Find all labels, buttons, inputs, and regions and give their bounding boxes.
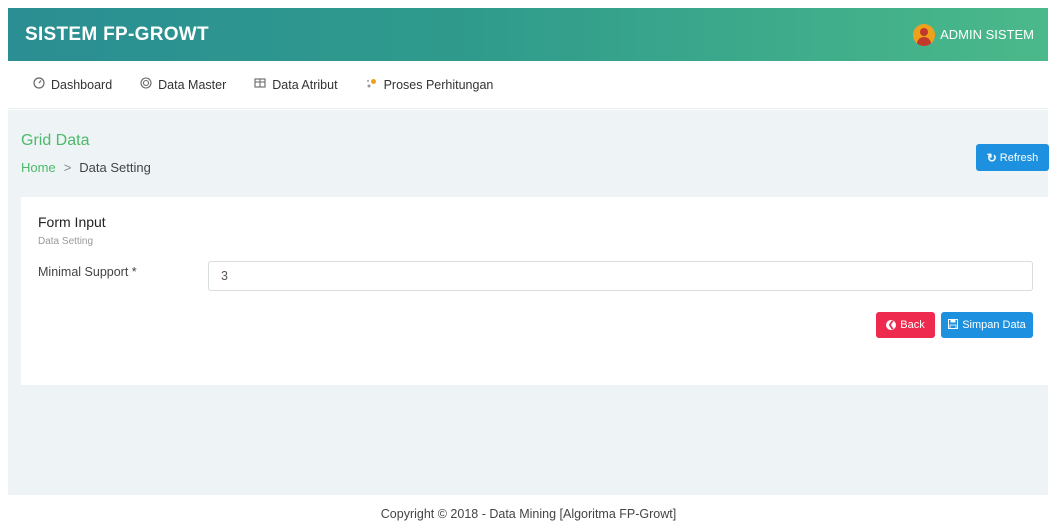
min-support-input[interactable] <box>208 261 1033 291</box>
floppy-disk-icon <box>948 318 959 332</box>
save-button[interactable]: Simpan Data <box>941 312 1033 338</box>
nav-item-dashboard[interactable]: Dashboard <box>33 77 112 92</box>
brand-title[interactable]: SISTEM FP-GROWT <box>25 24 209 46</box>
breadcrumb-separator: > <box>63 160 72 175</box>
form-subtitle: Data Setting <box>38 236 94 247</box>
user-name: ADMIN SISTEM <box>940 27 1034 42</box>
form-title: Form Input <box>38 214 106 230</box>
breadcrumb-home-link[interactable]: Home <box>21 160 56 175</box>
back-label: Back <box>900 319 925 331</box>
page-title: Grid Data <box>21 132 90 149</box>
user-menu[interactable]: ADMIN SISTEM <box>913 23 1034 46</box>
refresh-icon: ↻ <box>986 150 997 165</box>
breadcrumb-current: Data Setting <box>79 160 151 175</box>
dashboard-icon <box>33 77 45 92</box>
top-header: SISTEM FP-GROWT ADMIN SISTEM <box>8 8 1048 61</box>
main-nav: Dashboard Data Master Data Atribut Prose… <box>8 61 1048 109</box>
refresh-label: Refresh <box>999 151 1039 164</box>
target-icon <box>140 77 152 92</box>
nav-label: Proses Perhitungan <box>383 77 494 92</box>
avatar-icon <box>913 23 936 46</box>
footer-copyright: Copyright © 2018 - Data Mining [Algoritm… <box>380 507 677 521</box>
nav-label: Data Master <box>158 77 227 92</box>
nav-item-proses-perhitungan[interactable]: Proses Perhitungan <box>366 77 494 92</box>
app-root: SISTEM FP-GROWT ADMIN SISTEM Dashboard D… <box>0 0 1057 523</box>
nav-item-data-master[interactable]: Data Master <box>140 77 226 92</box>
form-card: Form Input Data Setting Minimal Support … <box>21 197 1049 385</box>
save-label: Simpan Data <box>962 319 1026 331</box>
back-button[interactable]: ❮ Back <box>876 312 935 338</box>
nav-item-data-atribut[interactable]: Data Atribut <box>254 77 338 92</box>
nav-label: Data Atribut <box>272 77 338 92</box>
min-support-label: Minimal Support * <box>38 265 137 279</box>
process-icon <box>366 77 378 92</box>
refresh-button[interactable]: ↻ Refresh <box>976 144 1049 171</box>
breadcrumb: Home > Data Setting <box>21 160 151 175</box>
nav-label: Dashboard <box>51 77 113 92</box>
back-arrow-icon: ❮ <box>886 320 897 330</box>
table-icon <box>254 77 266 92</box>
content-area: Grid Data Home > Data Setting ↻ Refresh … <box>8 110 1049 495</box>
